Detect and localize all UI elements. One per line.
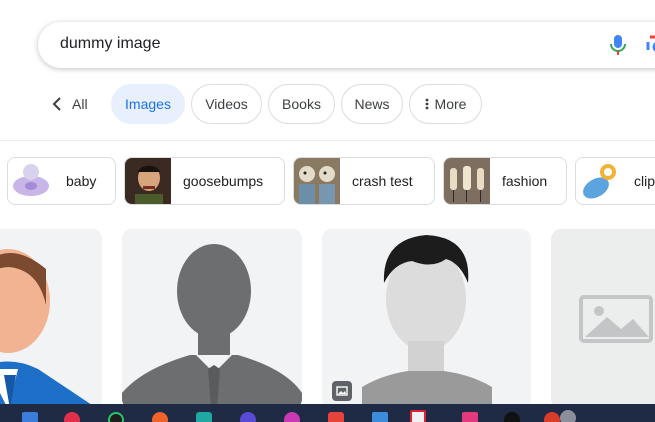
app-icon[interactable] [544,412,560,422]
result-card[interactable] [322,229,531,409]
app-icon[interactable] [240,412,256,422]
chip-thumbnail [8,158,54,204]
chip-label: baby [66,173,97,189]
chip-clip[interactable]: clip [575,157,655,205]
file-explorer-icon[interactable] [22,412,38,422]
tab-videos[interactable]: Videos [191,84,262,124]
tab-videos-label: Videos [205,96,248,112]
chip-crash-test[interactable]: crash test [293,157,435,205]
search-input[interactable]: dummy image [60,35,160,53]
chip-thumbnail [576,158,622,204]
taskbar [0,404,655,422]
chip-baby[interactable]: baby [7,157,116,205]
placeholder-image-icon [551,229,655,409]
app-icon[interactable] [560,410,576,422]
chip-label: fashion [502,173,548,189]
app-icon[interactable] [462,412,478,422]
header-divider [0,140,655,141]
app-icon[interactable] [504,412,520,422]
tab-all[interactable]: All [52,93,88,115]
result-thumbnail [122,229,302,409]
app-icon[interactable] [196,412,212,422]
app-icon[interactable] [372,412,388,422]
tab-news[interactable]: News [341,84,403,124]
app-icon[interactable] [64,412,80,422]
chip-thumbnail [125,158,171,204]
tab-images-label: Images [125,96,171,112]
tab-images[interactable]: Images [111,84,185,124]
active-app-icon[interactable] [410,410,426,422]
chip-goosebumps[interactable]: goosebumps [124,157,285,205]
image-type-icon [332,381,352,401]
tab-books-label: Books [282,96,321,112]
result-thumbnail [322,229,531,409]
tab-more-label: More [434,96,467,112]
chip-fashion[interactable]: fashion [443,157,567,205]
chip-label: crash test [352,173,413,189]
result-card[interactable] [551,229,655,409]
tab-all-label: All [72,96,88,112]
app-icon[interactable] [284,412,300,422]
tab-news-label: News [354,96,390,112]
more-vert-icon [425,98,428,110]
google-lens-icon[interactable] [646,34,655,56]
app-icon[interactable] [152,412,168,422]
tab-books[interactable]: Books [268,84,335,124]
chip-label: goosebumps [183,173,264,189]
search-box[interactable]: dummy image [38,22,655,68]
chip-label: clip [634,173,655,189]
app-icon[interactable] [328,412,344,422]
google-image-search-page: dummy image All Images Videos Books News [0,0,655,422]
result-card[interactable] [122,229,302,409]
result-thumbnail [0,229,102,409]
chip-thumbnail [294,158,340,204]
result-card[interactable] [0,229,102,409]
spotify-icon[interactable] [108,412,124,422]
tab-more[interactable]: More [409,84,482,124]
chip-thumbnail [444,158,490,204]
chevron-left-icon [52,97,61,111]
microphone-icon[interactable] [608,33,628,57]
